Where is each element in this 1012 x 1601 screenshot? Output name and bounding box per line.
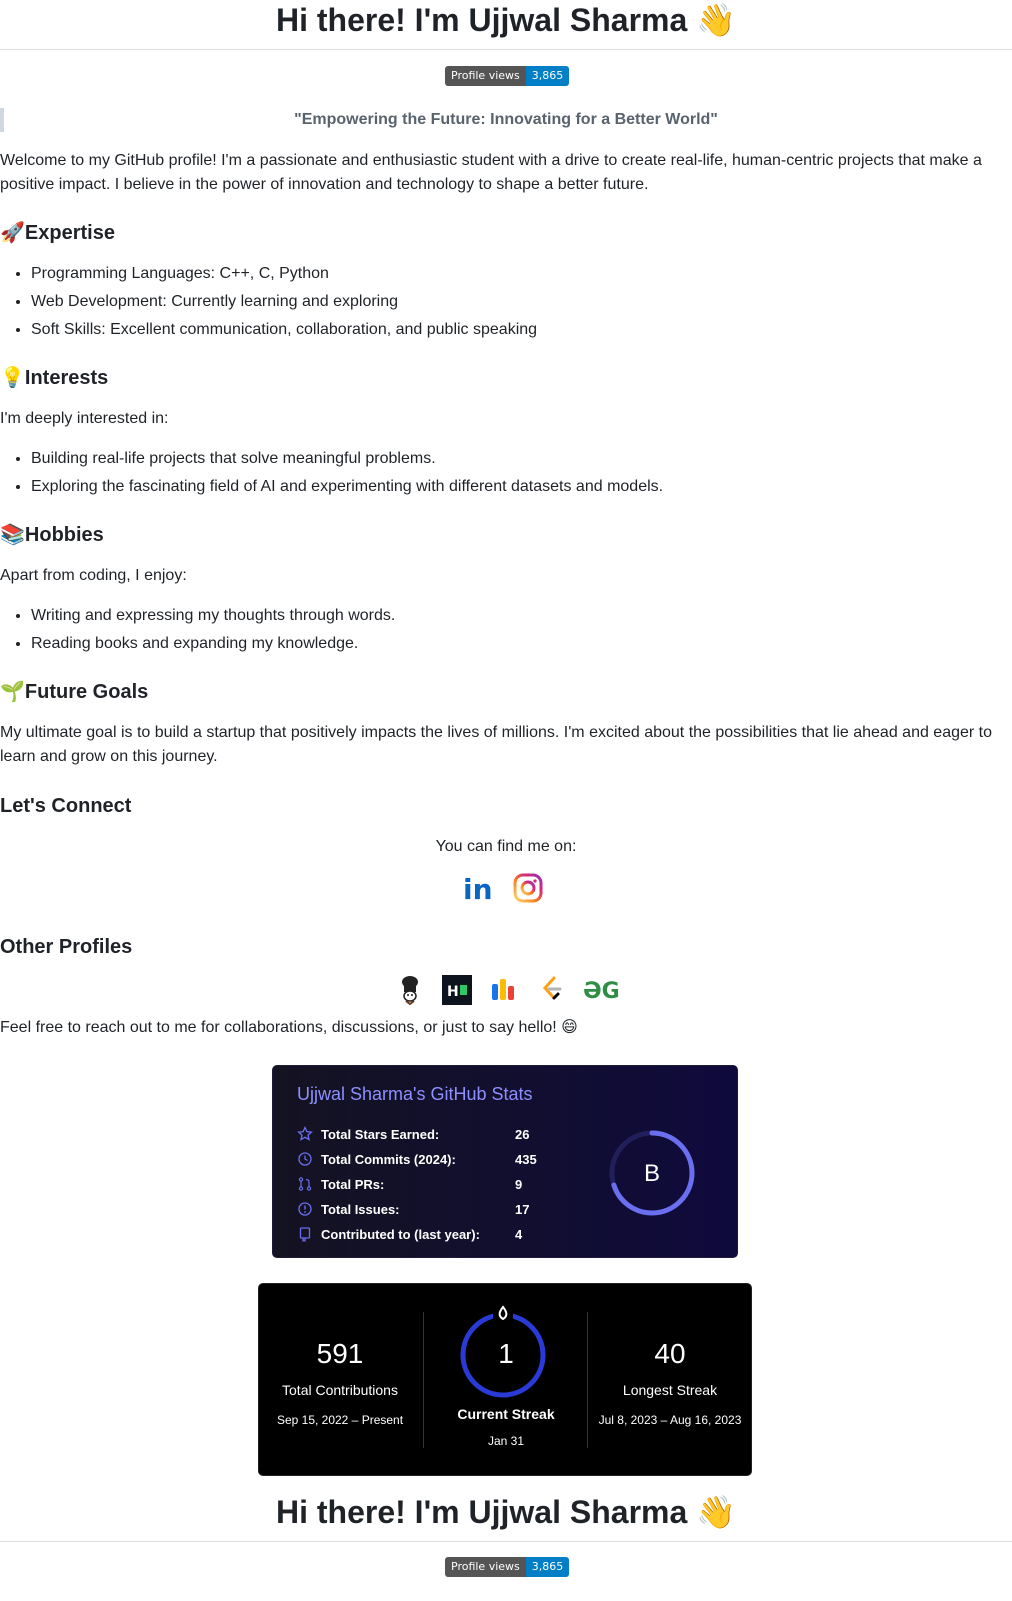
hobbies-heading-text: Hobbies: [24, 524, 104, 546]
hobbies-heading: 📚Hobbies: [0, 521, 104, 549]
streak-divider: [423, 1312, 424, 1448]
goals-paragraph: My ultimate goal is to build a startup t…: [0, 724, 993, 765]
books-icon: 📚: [0, 524, 25, 546]
badge-label: Profile views: [445, 66, 526, 86]
expertise-heading-text: Expertise: [24, 222, 115, 244]
history-icon: [297, 1151, 313, 1167]
svg-text:in: in: [463, 873, 493, 905]
lightbulb-icon: 💡: [0, 367, 25, 389]
badge-value: 3,865: [525, 66, 570, 86]
hackerrank-icon[interactable]: H: [441, 974, 473, 1006]
streak-stats-card[interactable]: 591 Total Contributions Sep 15, 2022 – P…: [258, 1283, 752, 1476]
svg-text:ƏG: ƏG: [583, 979, 620, 1004]
title-divider: [0, 1541, 1012, 1542]
list-item: Exploring the fascinating field of AI an…: [31, 473, 663, 501]
expertise-list: Programming Languages: C++, C, Python We…: [0, 260, 537, 344]
list-item: Programming Languages: C++, C, Python: [31, 260, 537, 288]
stat-value: 26: [515, 1126, 530, 1142]
page-title: Hi there! I'm Ujjwal Sharma 👋: [0, 0, 1012, 40]
title-divider: [0, 49, 1012, 50]
stat-value: 4: [515, 1226, 523, 1242]
instagram-icon[interactable]: [512, 872, 544, 904]
profile-views-badge[interactable]: Profile views 3,865: [445, 66, 570, 86]
stat-label: Total Issues:: [321, 1201, 400, 1217]
wave-emoji: 👋: [696, 1494, 736, 1530]
title-text: Hi there! I'm Ujjwal Sharma: [275, 1494, 688, 1530]
total-contributions-label: Total Contributions: [282, 1382, 398, 1398]
list-item: Reading books and expanding my knowledge…: [31, 630, 395, 658]
issue-icon: [297, 1201, 313, 1217]
goals-heading-text: Future Goals: [24, 681, 149, 703]
connect-heading: Let's Connect: [0, 795, 132, 817]
stat-row-issues: Total Issues: 17: [297, 1201, 529, 1217]
wave-emoji: 👋: [696, 2, 736, 38]
badge-label: Profile views: [445, 1557, 526, 1577]
star-icon: [297, 1125, 313, 1142]
stat-label: Total PRs:: [321, 1176, 385, 1192]
interests-list: Building real-life projects that solve m…: [0, 445, 663, 501]
geeksforgeeks-icon[interactable]: ƏG: [583, 974, 625, 1006]
stat-row-commits: Total Commits (2024): 435: [297, 1151, 537, 1167]
stat-label: Total Commits (2024):: [321, 1151, 456, 1167]
linkedin-icon[interactable]: in: [462, 871, 496, 906]
seedling-icon: 🌱: [0, 681, 25, 703]
streak-divider: [587, 1312, 588, 1448]
expertise-heading: 🚀Expertise: [0, 219, 115, 247]
stats-card-title: Ujjwal Sharma's GitHub Stats: [297, 1084, 533, 1104]
stat-row-contributed: Contributed to (last year): 4: [297, 1226, 523, 1243]
badge-value: 3,865: [525, 1557, 570, 1577]
hobbies-intro: Apart from coding, I enjoy:: [0, 567, 187, 584]
goals-heading: 🌱Future Goals: [0, 678, 148, 706]
interests-intro: I'm deeply interested in:: [0, 410, 169, 427]
interests-heading: 💡Interests: [0, 364, 108, 392]
stat-row-stars: Total Stars Earned: 26: [297, 1125, 530, 1142]
quote-text: "Empowering the Future: Innovating for a…: [294, 111, 718, 128]
list-item: Web Development: Currently learning and …: [31, 288, 537, 316]
longest-streak-range: Jul 8, 2023 – Aug 16, 2023: [598, 1413, 742, 1427]
stat-value: 435: [515, 1151, 537, 1167]
connect-text: You can find me on:: [435, 838, 577, 855]
longest-streak-value: 40: [654, 1338, 686, 1369]
codolio-icon[interactable]: [489, 974, 521, 1006]
other-profiles-heading: Other Profiles: [0, 936, 133, 958]
longest-streak-label: Longest Streak: [622, 1382, 718, 1398]
reach-out-paragraph: Feel free to reach out to me for collabo…: [0, 1019, 578, 1036]
stat-value: 9: [515, 1176, 523, 1192]
page-title-repeat: Hi there! I'm Ujjwal Sharma 👋: [0, 1492, 1012, 1532]
rocket-icon: 🚀: [0, 222, 25, 244]
rank-ring: B: [609, 1130, 695, 1216]
title-text: Hi there! I'm Ujjwal Sharma: [275, 2, 688, 38]
current-streak-label: Current Streak: [457, 1406, 555, 1422]
pull-request-icon: [297, 1176, 313, 1192]
stat-label: Contributed to (last year):: [321, 1226, 480, 1242]
other-profile-links: H ƏG: [395, 974, 625, 1006]
codechef-icon[interactable]: [395, 974, 425, 1006]
social-links: in: [462, 871, 544, 906]
list-item: Building real-life projects that solve m…: [31, 445, 663, 473]
profile-views-badge[interactable]: Profile views 3,865: [445, 1557, 570, 1577]
hobbies-list: Writing and expressing my thoughts throu…: [0, 602, 395, 658]
current-streak-value: 1: [498, 1338, 514, 1369]
github-stats-card[interactable]: Ujjwal Sharma's GitHub Stats Total Stars…: [272, 1065, 738, 1258]
list-item: Soft Skills: Excellent communication, co…: [31, 316, 537, 344]
total-contributions-range: Sep 15, 2022 – Present: [276, 1413, 404, 1427]
stat-label: Total Stars Earned:: [321, 1126, 440, 1142]
rank-letter: B: [644, 1160, 660, 1187]
stat-row-prs: Total PRs: 9: [297, 1176, 522, 1192]
leetcode-icon[interactable]: [537, 974, 567, 1006]
repo-icon: [297, 1226, 313, 1243]
interests-heading-text: Interests: [24, 367, 109, 389]
intro-paragraph: Welcome to my GitHub profile! I'm a pass…: [0, 152, 982, 193]
stat-value: 17: [515, 1201, 530, 1217]
list-item: Writing and expressing my thoughts throu…: [31, 602, 395, 630]
current-streak-date: Jan 31: [487, 1434, 525, 1448]
svg-text:H: H: [447, 984, 459, 1000]
total-contributions-value: 591: [316, 1338, 364, 1369]
